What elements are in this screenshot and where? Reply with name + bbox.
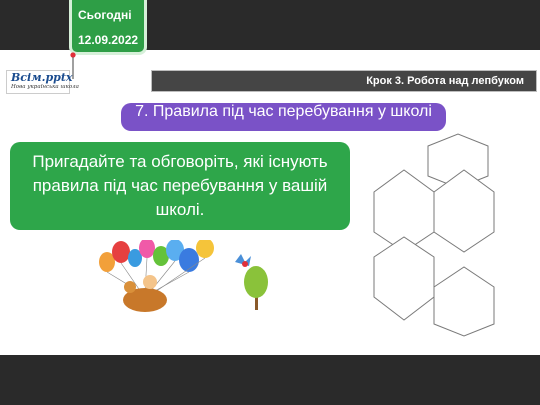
task-heading-text: 7. Правила під час перебування у школі: [135, 103, 432, 120]
pushpin-icon: [70, 52, 76, 79]
tree: [244, 266, 268, 310]
hexagon-4: [373, 236, 435, 321]
logo-name: Всім.pptx: [11, 71, 73, 84]
header-title: Крок 3. Робота над лепбуком: [366, 75, 524, 87]
hexagon-5: [433, 266, 495, 337]
hexagon-shapes: [373, 133, 495, 337]
balloons: [99, 240, 214, 272]
logo: Всім.pptx Нова українська школа: [6, 70, 79, 94]
balloon-kid-illustration: [99, 240, 268, 312]
instruction-text: Пригадайте та обговоріть, які існують пр…: [32, 152, 328, 219]
date-value: 12.09.2022: [78, 33, 139, 47]
date-badge: Сьогодні 12.09.2022: [69, 0, 147, 55]
kid: [143, 275, 157, 289]
instruction-box: Пригадайте та обговоріть, які існують пр…: [10, 142, 350, 230]
header-bar: Крок 3. Робота над лепбуком: [151, 70, 537, 92]
logo-tagline: Нова українська школа: [11, 84, 79, 90]
today-label: Сьогодні: [78, 8, 132, 22]
task-heading: 7. Правила під час перебування у школі: [121, 103, 446, 131]
slide: Крок 3. Робота над лепбуком Всім.pptx Но…: [0, 50, 540, 355]
